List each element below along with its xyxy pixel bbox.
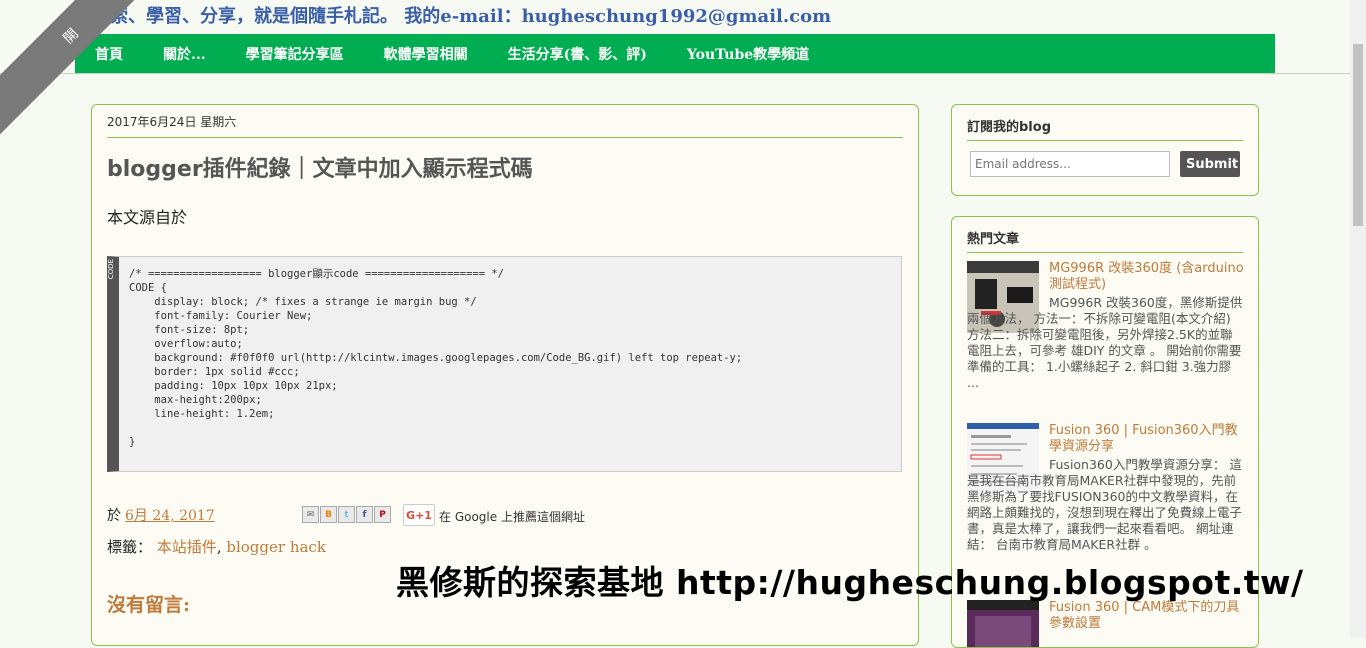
nav-item-notes[interactable]: 學習筆記分享區 [226, 44, 364, 64]
popular-post-title[interactable]: Fusion 360 | CAM模式下的刀具參數設置 [1049, 600, 1245, 632]
label-link[interactable]: blogger hack [226, 538, 326, 556]
share-buttons: ✉ B t f P [302, 506, 391, 523]
header-tagline: 探索、學習、分享，就是個隨手札記。 我的e-mail：hugheschung19… [92, 6, 832, 27]
submit-button[interactable]: Submit [1180, 151, 1240, 177]
popular-divider [967, 252, 1243, 253]
nav-item-life[interactable]: 生活分享(書、影、評) [488, 44, 667, 64]
header-divider [0, 73, 1350, 74]
nav-item-software[interactable]: 軟體學習相關 [364, 44, 488, 64]
post-footer: 於 6月 24, 2017 [107, 505, 215, 525]
gplus-button[interactable]: G+1 [403, 504, 435, 526]
cam-thumbnail[interactable] [967, 600, 1039, 648]
nav-item-youtube[interactable]: YouTube教學頻道 [667, 44, 829, 64]
popular-title: 熱門文章 [967, 232, 1020, 247]
subscribe-divider [967, 140, 1243, 141]
popular-post-snippet: MG996R 改裝360度，黑修斯提供兩個方法， 方法一：不拆除可變電阻(本文介… [967, 295, 1243, 390]
post-labels: 標籤： 本站插件, blogger hack [107, 536, 326, 557]
date-divider [107, 137, 903, 138]
labels-prefix: 標籤： [107, 538, 153, 556]
scrollbar-thumb[interactable] [1353, 44, 1363, 226]
blogger-icon[interactable]: B [320, 506, 337, 523]
popular-post-title[interactable]: MG996R 改裝360度 (含arduino測試程式) [1049, 261, 1245, 293]
subscribe-widget: 訂閱我的blog Submit [951, 104, 1259, 196]
post-date-prefix: 於 [107, 508, 121, 524]
vertical-scrollbar[interactable] [1350, 0, 1366, 638]
code-label: CODE [107, 259, 115, 280]
main-nav: 首頁 關於... 學習筆記分享區 軟體學習相關 生活分享(書、影、評) YouT… [75, 34, 1275, 73]
email-input[interactable] [970, 151, 1170, 177]
pinterest-icon[interactable]: P [374, 506, 391, 523]
label-link[interactable]: 本站插件 [157, 538, 217, 556]
no-comments-heading: 沒有留言: [107, 594, 191, 616]
post-source-text: 本文源自於 [107, 208, 188, 227]
popular-post-snippet: Fusion360入門教學資源分享： 這是我在台南市教育局MAKER社群中發現的… [967, 457, 1243, 552]
code-content: /* ================== blogger顯示code ====… [129, 268, 743, 448]
code-block[interactable]: CODE /* ================== blogger顯示code… [107, 256, 902, 472]
corner-ribbon-label: 開 [60, 25, 82, 48]
post-title[interactable]: blogger插件紀錄｜文章中加入顯示程式碼 [107, 151, 533, 183]
label-separator: , [216, 538, 222, 556]
twitter-icon[interactable]: t [338, 506, 355, 523]
gplus-recommend-text: 在 Google 上推薦這個網址 [439, 510, 585, 524]
subscribe-title: 訂閱我的blog [967, 120, 1051, 135]
facebook-icon[interactable]: f [356, 506, 373, 523]
watermark-overlay: 黑修斯的探索基地 http://hugheschung.blogspot.tw/ [396, 563, 1304, 602]
post-date-header: 2017年6月24日 星期六 [107, 115, 237, 129]
popular-post-title[interactable]: Fusion 360 | Fusion360入門教學資源分享 [1049, 423, 1245, 455]
nav-item-about[interactable]: 關於... [143, 44, 226, 64]
post-date-link[interactable]: 6月 24, 2017 [125, 505, 215, 525]
email-icon[interactable]: ✉ [302, 506, 319, 523]
